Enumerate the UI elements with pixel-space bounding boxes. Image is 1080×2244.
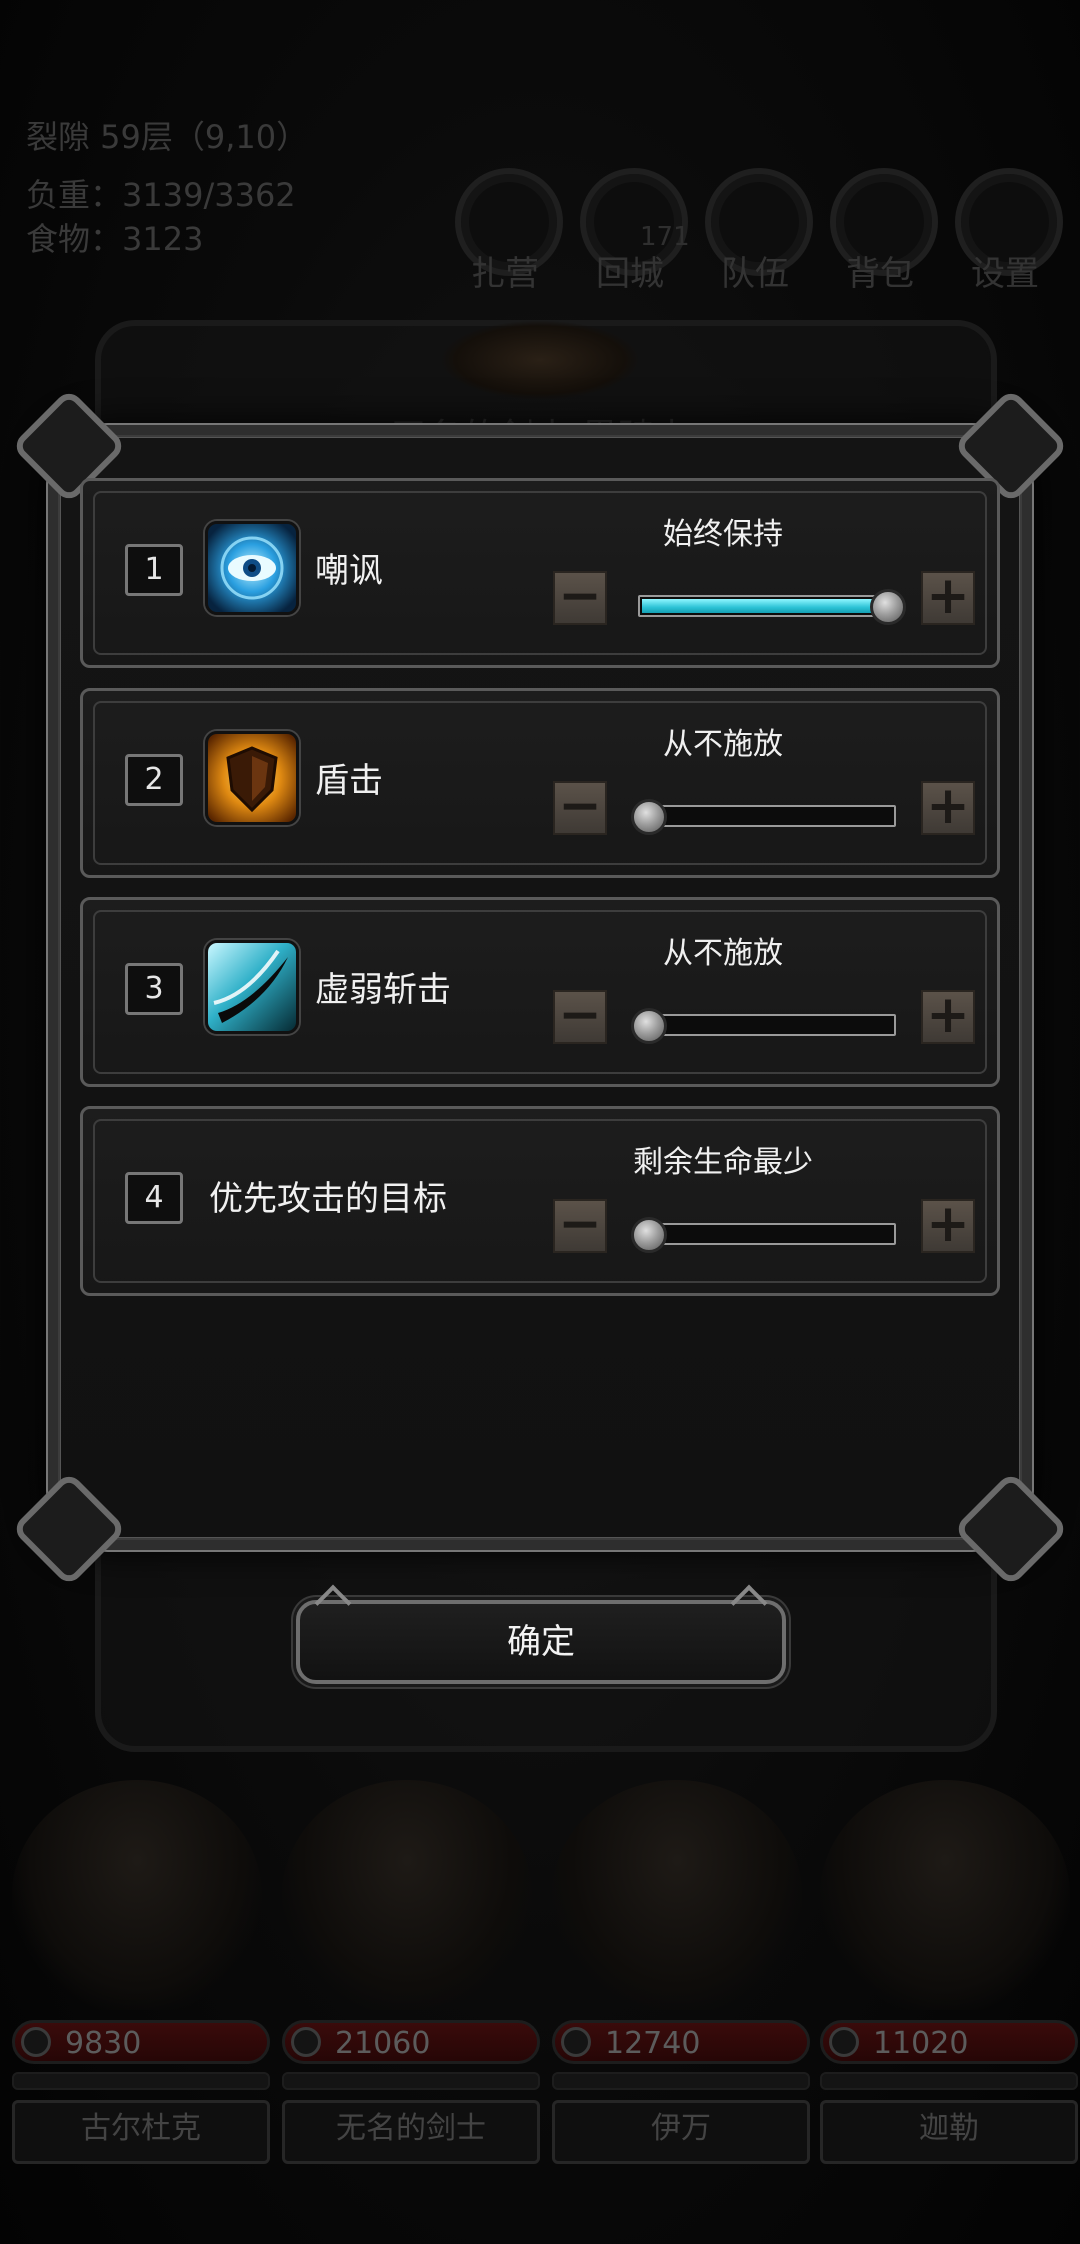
target-priority-label: 优先攻击的目标	[209, 1179, 447, 1219]
decrease-button[interactable]: −	[553, 1198, 607, 1253]
member-name: 古尔杜克	[12, 2100, 270, 2164]
party-portrait	[820, 1780, 1070, 2010]
increase-button[interactable]: +	[921, 1198, 975, 1253]
settings-label: 设置	[971, 254, 1039, 294]
confirm-button[interactable]: 确定	[296, 1584, 786, 1684]
confirm-label: 确定	[507, 1622, 575, 1662]
skill-name: 虚弱斩击	[315, 970, 451, 1010]
party-member-card[interactable]: 11020 迦勒	[820, 2020, 1078, 2164]
cast-mode-label: 始终保持	[663, 517, 783, 552]
hp-bar: 11020	[820, 2020, 1078, 2064]
priority-number: 4	[125, 1172, 183, 1224]
target-priority-row: 4 优先攻击的目标 剩余生命最少 − +	[80, 1106, 1000, 1296]
hp-value: 12740	[605, 2026, 701, 2061]
resource-bar	[12, 2072, 270, 2090]
resource-bar	[552, 2072, 810, 2090]
party-member-card[interactable]: 21060 无名的剑士	[282, 2020, 540, 2164]
member-name: 迦勒	[820, 2100, 1078, 2164]
cast-mode-label: 从不施放	[663, 936, 783, 971]
increase-button[interactable]: +	[921, 989, 975, 1044]
party-portrait	[12, 1780, 262, 2010]
skill-name: 嘲讽	[315, 551, 383, 591]
camp-label: 扎营	[471, 254, 539, 294]
target-mode-label: 剩余生命最少	[633, 1145, 813, 1180]
panel-emblem-icon	[440, 320, 640, 400]
party-label: 队伍	[721, 254, 789, 294]
skill-name: 盾击	[315, 761, 383, 801]
increase-button[interactable]: +	[921, 780, 975, 835]
increase-button[interactable]: +	[921, 570, 975, 625]
hp-bar: 21060	[282, 2020, 540, 2064]
priority-number: 1	[125, 544, 183, 596]
decrease-button[interactable]: −	[553, 989, 607, 1044]
skill-row-shield-bash: 2 盾击 从不施放 − +	[80, 688, 1000, 878]
cast-mode-slider[interactable]	[638, 805, 896, 827]
hp-bar: 12740	[552, 2020, 810, 2064]
member-name: 无名的剑士	[282, 2100, 540, 2164]
slider-thumb[interactable]	[870, 589, 906, 625]
weakening-slash-icon	[205, 940, 299, 1034]
taunt-eye-icon	[205, 521, 299, 615]
slider-thumb[interactable]	[631, 1008, 667, 1044]
party-portrait	[552, 1780, 802, 2010]
shield-bash-icon	[205, 731, 299, 825]
game-screen: 裂隙 59层（9,10） 负重：3139/3362 食物：3123 扎营 回城 …	[0, 0, 1080, 2244]
slider-thumb[interactable]	[631, 1217, 667, 1253]
hp-icon	[561, 2027, 591, 2057]
resource-bar	[820, 2072, 1078, 2090]
cast-mode-slider[interactable]	[638, 1014, 896, 1036]
skill-row-weakening-slash: 3 虚弱斩击 从不施放 − +	[80, 897, 1000, 1087]
return-town-badge: 171	[640, 222, 690, 252]
skill-row-taunt: 1 嘲讽 始终保持 − +	[80, 478, 1000, 668]
hp-icon	[21, 2027, 51, 2057]
hp-value: 21060	[335, 2026, 431, 2061]
party-member-card[interactable]: 12740 伊万	[552, 2020, 810, 2164]
party-portrait	[282, 1780, 532, 2010]
return-town-label: 回城	[596, 254, 664, 294]
settings-button[interactable]: 设置	[955, 168, 1063, 295]
hp-icon	[829, 2027, 859, 2057]
decrease-button[interactable]: −	[553, 780, 607, 835]
hp-value: 11020	[873, 2026, 969, 2061]
camp-button[interactable]: 扎营	[455, 168, 563, 295]
member-name: 伊万	[552, 2100, 810, 2164]
hp-bar: 9830	[12, 2020, 270, 2064]
carry-weight: 负重：3139/3362	[26, 176, 296, 214]
party-button[interactable]: 队伍	[705, 168, 813, 295]
hp-icon	[291, 2027, 321, 2057]
food-count: 食物：3123	[26, 220, 204, 258]
priority-number: 3	[125, 963, 183, 1015]
decrease-button[interactable]: −	[553, 570, 607, 625]
slider-thumb[interactable]	[631, 799, 667, 835]
resource-bar	[282, 2072, 540, 2090]
target-mode-slider[interactable]	[638, 1223, 896, 1245]
hp-value: 9830	[65, 2026, 142, 2061]
slider-fill	[642, 599, 892, 613]
cast-mode-label: 从不施放	[663, 727, 783, 762]
floor-location: 裂隙 59层（9,10）	[26, 118, 309, 156]
party-member-card[interactable]: 9830 古尔杜克	[12, 2020, 270, 2164]
backpack-button[interactable]: 背包	[830, 168, 938, 295]
priority-number: 2	[125, 754, 183, 806]
backpack-label: 背包	[846, 254, 914, 294]
cast-mode-slider[interactable]	[638, 595, 896, 617]
